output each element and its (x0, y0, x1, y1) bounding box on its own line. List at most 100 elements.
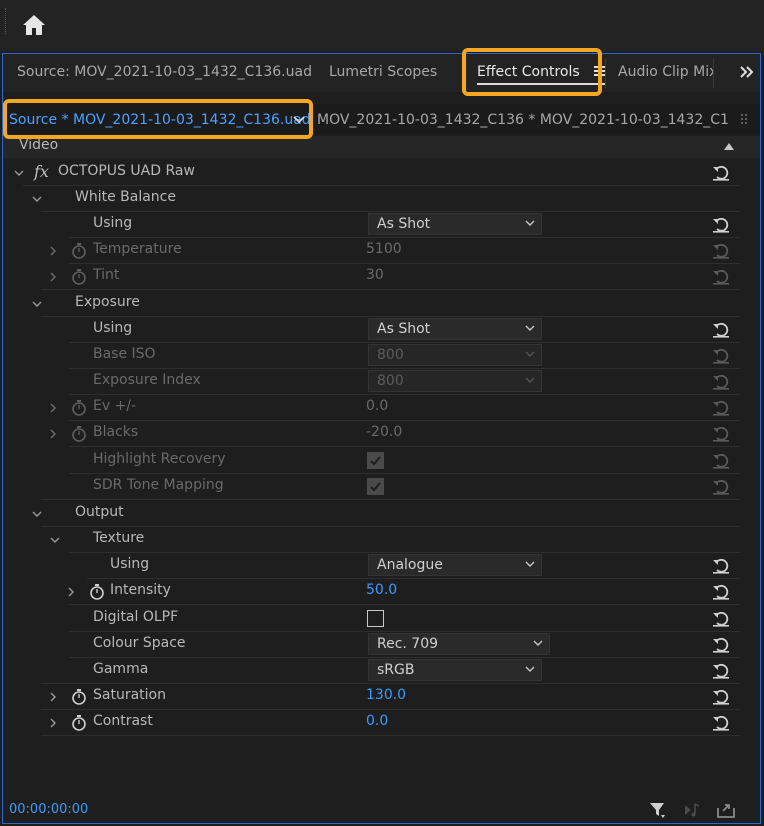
chevron-right-icon[interactable] (47, 428, 59, 440)
base-iso-row: Base ISO 800 (3, 343, 760, 369)
reset-icon[interactable] (712, 714, 730, 731)
white-balance-group[interactable]: White Balance (3, 186, 760, 212)
reset-icon (713, 479, 729, 495)
scroll-up-icon[interactable] (724, 142, 734, 150)
property-label: Temperature (93, 241, 182, 257)
reset-icon[interactable] (712, 688, 730, 705)
chevron-down-icon (525, 220, 535, 226)
reset-icon (713, 374, 729, 390)
tab-lumetri-scopes[interactable]: Lumetri Scopes (329, 54, 437, 92)
grip-icon[interactable] (740, 113, 748, 125)
play-audio-icon (685, 803, 700, 817)
tab-source[interactable]: Source: MOV_2021-10-03_1432_C136.uad (17, 54, 312, 92)
stopwatch-icon[interactable] (71, 268, 87, 285)
checkmark-icon (370, 456, 381, 466)
chevron-right-icon[interactable] (65, 586, 77, 598)
timecode-display[interactable]: 00:00:00:00 (9, 802, 88, 817)
stopwatch-icon[interactable] (71, 399, 87, 416)
exposure-group[interactable]: Exposure (3, 291, 760, 317)
texture-group[interactable]: Texture (3, 527, 760, 553)
reset-icon (713, 243, 729, 259)
home-icon[interactable] (22, 14, 46, 36)
digital-olpf-checkbox[interactable] (367, 610, 384, 627)
wb-using-dropdown[interactable]: As Shot (368, 213, 542, 235)
exposure-using-row: Using As Shot (3, 317, 760, 343)
property-label: Exposure Index (93, 372, 201, 388)
property-label: Ev +/- (93, 398, 137, 414)
output-group[interactable]: Output (3, 501, 760, 527)
tab-effect-controls[interactable]: Effect Controls (477, 54, 607, 92)
property-label: Colour Space (93, 635, 186, 651)
video-section-header: Video (3, 136, 760, 158)
chevron-down-icon[interactable] (49, 534, 61, 546)
double-chevron-right-icon[interactable] (738, 62, 756, 82)
tab-divider (713, 58, 714, 88)
reset-icon (713, 269, 729, 285)
reset-icon[interactable] (712, 164, 730, 181)
chevron-down-icon (533, 640, 543, 646)
stopwatch-icon[interactable] (71, 242, 87, 259)
chevron-down-icon[interactable] (31, 298, 43, 310)
chevron-right-icon[interactable] (47, 271, 59, 283)
chevron-down-icon[interactable] (291, 110, 307, 128)
reset-icon[interactable] (712, 610, 730, 627)
stopwatch-icon[interactable] (71, 425, 87, 442)
chevron-down-icon (525, 351, 535, 357)
sdr-tone-mapping-checkbox (367, 478, 384, 495)
property-label: Intensity (110, 582, 171, 598)
gamma-dropdown[interactable]: sRGB (368, 659, 542, 681)
exposure-using-dropdown[interactable]: As Shot (368, 318, 542, 340)
colour-space-dropdown[interactable]: Rec. 709 (368, 633, 550, 655)
property-label: Blacks (93, 424, 139, 440)
reset-icon[interactable] (712, 636, 730, 653)
property-label: Using (93, 320, 133, 336)
texture-using-dropdown[interactable]: Analogue (368, 554, 542, 576)
chevron-right-icon[interactable] (47, 717, 59, 729)
saturation-value[interactable]: 130.0 (366, 687, 406, 703)
chevron-down-icon[interactable] (31, 508, 43, 520)
property-label: Contrast (93, 713, 153, 729)
section-title: Video (19, 137, 59, 153)
group-title: Output (75, 504, 124, 520)
effect-controls-panel: Source: MOV_2021-10-03_1432_C136.uad Lum… (2, 53, 761, 824)
contrast-value[interactable]: 0.0 (366, 713, 388, 729)
group-title: Exposure (75, 294, 140, 310)
temperature-value[interactable]: 5100 (366, 241, 402, 257)
chevron-right-icon[interactable] (47, 691, 59, 703)
source-clip-label[interactable]: Source * MOV_2021-10-03_1432_C136.uad (9, 108, 311, 132)
reset-icon (713, 400, 729, 416)
sdr-tone-mapping-row: SDR Tone Mapping (3, 474, 760, 500)
tab-audio-clip-mixer[interactable]: Audio Clip Mix (618, 54, 713, 92)
reset-icon (713, 348, 729, 364)
export-icon[interactable] (715, 801, 737, 819)
ev-value[interactable]: 0.0 (366, 398, 388, 414)
intensity-value[interactable]: 50.0 (366, 582, 397, 598)
filter-icon[interactable] (649, 801, 667, 819)
stopwatch-icon[interactable] (71, 688, 87, 705)
reset-icon[interactable] (712, 216, 730, 233)
stopwatch-icon[interactable] (71, 714, 87, 731)
property-label: Using (110, 556, 150, 572)
effect-row[interactable]: fx OCTOPUS UAD Raw (3, 160, 760, 186)
reset-icon[interactable] (712, 321, 730, 338)
fx-icon[interactable]: fx (34, 162, 49, 181)
reset-icon[interactable] (712, 557, 730, 574)
group-title: White Balance (75, 189, 176, 205)
chevron-right-icon[interactable] (47, 245, 59, 257)
chevron-right-icon[interactable] (47, 402, 59, 414)
blacks-value[interactable]: -20.0 (366, 424, 402, 440)
group-title: Texture (93, 530, 145, 546)
tint-value[interactable]: 30 (366, 267, 384, 283)
reset-icon (713, 453, 729, 469)
chevron-down-icon (525, 666, 535, 672)
chevron-down-icon[interactable] (31, 193, 43, 205)
reset-icon[interactable] (712, 662, 730, 679)
stopwatch-icon[interactable] (89, 583, 105, 600)
ev-row: Ev +/- 0.0 (3, 395, 760, 421)
panel-grip[interactable] (5, 8, 7, 34)
reset-icon[interactable] (712, 583, 730, 600)
property-label: Highlight Recovery (93, 451, 226, 467)
chevron-down-icon[interactable] (13, 167, 25, 179)
temperature-row: Temperature 5100 (3, 238, 760, 264)
sequence-clip-label[interactable]: MOV_2021-10-03_1432_C136 * MOV_2021-10-0… (317, 108, 729, 132)
